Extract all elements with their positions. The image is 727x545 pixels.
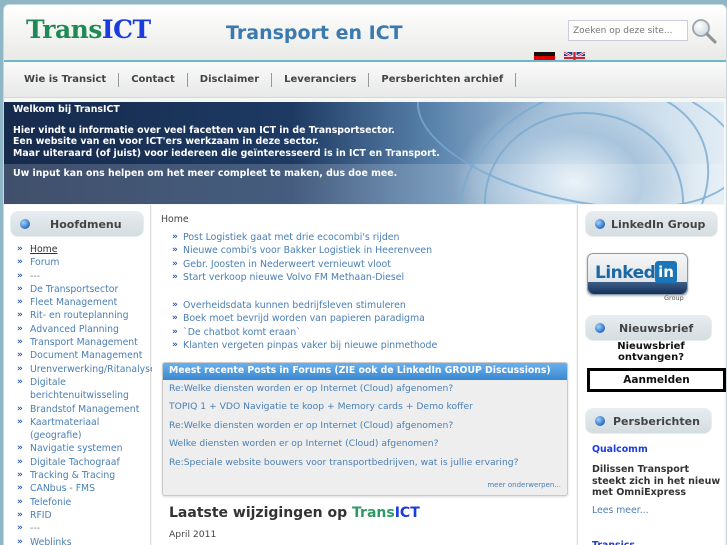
search-input[interactable] [568, 20, 688, 41]
menu-item[interactable]: Rit- en routeplanning [17, 309, 150, 323]
menu-item[interactable]: CANbus - FMS [17, 482, 150, 496]
menu-item[interactable]: Telefonie [17, 496, 150, 510]
press-headline: Dilissen Transport steekt zich in het ni… [592, 464, 721, 498]
banner-line: Maar uiteraard (of juist) voor iedereen … [13, 147, 440, 159]
logo-ict: ICT [101, 15, 151, 44]
latest-title-trans: Trans [352, 505, 395, 521]
press-company-link[interactable]: Transics [592, 540, 635, 545]
banner-title: Welkom bij TransICT [13, 104, 120, 115]
bullet-ball-icon [595, 323, 605, 333]
site-title: Transport en ICT [226, 22, 403, 44]
linkedin-in-icon: in [655, 261, 677, 283]
news-list-ict: Overheidsdata kunnen bedrijfsleven stimu… [172, 299, 437, 353]
nav-persberichten-archief[interactable]: Persberichten archief [369, 72, 517, 87]
latest-changes-date: April 2011 [169, 529, 217, 540]
forum-posts-box: Meest recente Posts in Forums (ZIE ook d… [162, 362, 568, 496]
newsletter-box: Nieuwsbrief [578, 309, 718, 341]
forum-post[interactable]: Re:Welke diensten worden er op Internet … [163, 417, 567, 435]
news-item[interactable]: Gebr. Joosten in Nederweert vernieuwt vl… [172, 258, 432, 272]
nav-leveranciers[interactable]: Leveranciers [272, 72, 370, 87]
press-box: Persberichten [578, 402, 718, 434]
linkedin-logo-text: Linked [595, 263, 656, 283]
read-more-link[interactable]: Lees meer... [592, 505, 649, 516]
left-sidebar: Hoofdmenu HomeForum---De Transportsector… [4, 205, 156, 545]
news-list-transport: Post Logistiek gaat met drie ecocombi's … [172, 231, 432, 285]
bullet-ball-icon [20, 219, 30, 229]
latest-title-ict: ICT [394, 505, 420, 521]
menu-item[interactable]: Tracking & Tracing [17, 469, 150, 483]
menu-separator: --- [17, 270, 150, 284]
logo-trans: Trans [26, 15, 102, 44]
menu-item[interactable]: Document Management [17, 349, 150, 363]
forum-posts-header: Meest recente Posts in Forums (ZIE ook d… [163, 363, 567, 380]
menu-item[interactable]: Urenverwerking/Ritanalyse [17, 363, 156, 377]
page: TransICT Transport en ICT Zoeken op deze… [3, 4, 727, 545]
latest-title-prefix: Laatste wijzigingen op [169, 505, 353, 521]
main-menu: HomeForum---De TransportsectorFleet Mana… [4, 243, 156, 545]
nav-contact[interactable]: Contact [119, 72, 188, 87]
menu-item[interactable]: Kaartmateriaal (geografie) [17, 416, 150, 443]
menu-item[interactable]: Transport Management [17, 336, 150, 350]
press-header: Persberichten [585, 408, 712, 434]
news-item[interactable]: Boek moet bevrijd worden van papieren pa… [172, 312, 437, 326]
forum-post[interactable]: Welke diensten worden er op Internet (Cl… [163, 435, 567, 453]
welcome-banner: Welkom bij TransICT Hier vindt u informa… [4, 102, 724, 204]
menu-item[interactable]: Home [17, 243, 150, 257]
newsletter-header: Nieuwsbrief [585, 315, 712, 341]
header: TransICT Transport en ICT [4, 5, 726, 64]
linkedin-group-header: LinkedIn Group [585, 211, 718, 237]
latest-changes-heading: Laatste wijzigingen op TransICT [169, 505, 420, 521]
linkedin-logo[interactable]: Linked in [587, 253, 688, 295]
press-company-link[interactable]: Qualcomm [592, 444, 648, 455]
nav-wie-is-transict[interactable]: Wie is Transict [12, 72, 120, 87]
main-menu-header: Hoofdmenu [10, 211, 144, 237]
banner-text: Welkom bij TransICT Hier vindt u informa… [13, 104, 440, 180]
banner-call-to-action: Uw input kan ons helpen om het meer comp… [13, 168, 398, 179]
magnifier-icon [692, 19, 717, 44]
search-button[interactable] [690, 17, 718, 45]
right-sidebar: LinkedIn Group Linked in Group Nieuwsbri… [577, 205, 726, 545]
forum-post[interactable]: Re:Speciale website bouwers voor transpo… [163, 454, 567, 472]
news-item[interactable]: Overheidsdata kunnen bedrijfsleven stimu… [172, 299, 437, 313]
linkedin-logo-band [588, 282, 687, 294]
news-item[interactable]: Nieuwe combi's voor Bakker Logistiek in … [172, 244, 432, 258]
menu-item[interactable]: Advanced Planning [17, 323, 150, 337]
menu-item[interactable]: Weblinks [17, 536, 150, 545]
forum-post[interactable]: TOPIQ 1 + VDO Navigatie te koop + Memory… [163, 398, 567, 416]
banner-line: Hier vindt u informatie over veel facett… [13, 124, 395, 136]
main-content: Home Post Logistiek gaat met drie ecocom… [152, 205, 576, 545]
newsletter-signup-button[interactable]: Aanmelden [587, 368, 726, 392]
news-item[interactable]: Start verkoop nieuwe Volvo FM Methaan-Di… [172, 271, 432, 285]
press-title: Persberichten [613, 414, 700, 428]
news-item[interactable]: Klanten vergeten pinpas vaker bij nieuwe… [172, 339, 437, 353]
menu-item[interactable]: Digitale berichtenuitwisseling [17, 376, 150, 403]
more-topics-link[interactable]: meer onderwerpen... [487, 481, 561, 489]
newsletter-title: Nieuwsbrief [619, 321, 694, 335]
bullet-ball-icon [595, 219, 605, 229]
menu-item[interactable]: Digitale Tachograaf [17, 456, 150, 470]
menu-item[interactable]: Fleet Management [17, 296, 150, 310]
newsletter-question: Nieuwsbrief ontvangen? [617, 341, 685, 363]
linkedin-group-label: Group [664, 294, 684, 302]
news-item[interactable]: Post Logistiek gaat met drie ecocombi's … [172, 231, 432, 245]
menu-item[interactable]: RFID [17, 509, 150, 523]
menu-item[interactable]: De Transportsector [17, 283, 150, 297]
linkedin-group-title: LinkedIn Group [611, 217, 706, 231]
site-logo[interactable]: TransICT [26, 15, 151, 44]
forum-post[interactable]: Re:Welke diensten worden er op Internet … [163, 380, 567, 398]
nav-disclaimer[interactable]: Disclaimer [188, 72, 273, 87]
bullet-ball-icon [595, 416, 605, 426]
menu-separator: --- [17, 522, 150, 536]
menu-item[interactable]: Brandstof Management [17, 403, 150, 417]
menu-item[interactable]: Forum [17, 256, 150, 270]
top-navigation: Wie is Transict Contact Disclaimer Lever… [4, 62, 726, 98]
banner-line: Een website van en voor ICT'ers werkzaam… [13, 136, 319, 147]
menu-item[interactable]: Navigatie systemen [17, 442, 150, 456]
breadcrumb: Home [161, 214, 189, 225]
main-menu-title: Hoofdmenu [50, 217, 122, 231]
news-item[interactable]: `De chatbot komt eraan` [172, 326, 437, 340]
